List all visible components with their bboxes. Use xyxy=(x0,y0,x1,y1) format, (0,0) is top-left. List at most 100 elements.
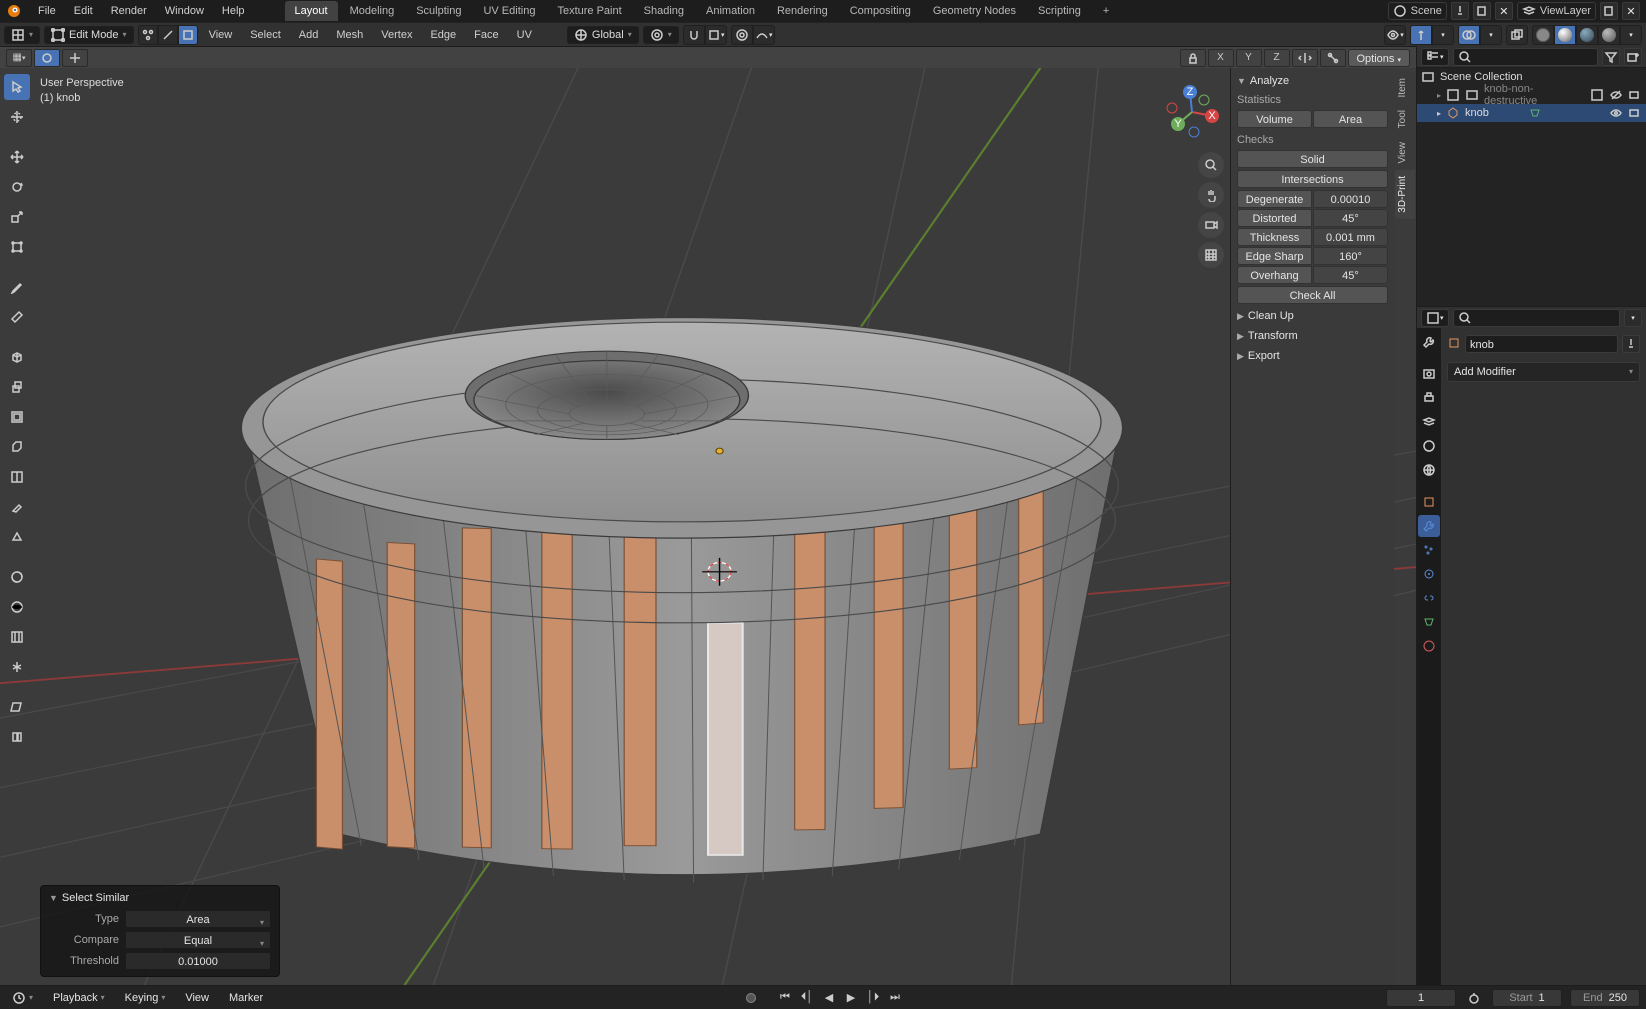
prop-tab-particles[interactable] xyxy=(1418,539,1440,561)
tool-bevel[interactable] xyxy=(4,434,30,460)
outliner-collection-row[interactable]: ▸ knob-non-destructive xyxy=(1417,86,1646,104)
mode-dropdown[interactable]: Edit Mode▾ xyxy=(44,26,134,44)
hide-render-icon[interactable] xyxy=(1628,88,1642,102)
axis-z[interactable]: Z xyxy=(1264,49,1290,67)
prop-tab-tool[interactable] xyxy=(1418,331,1440,353)
timeline-editor-dropdown[interactable]: ▾ xyxy=(6,989,39,1007)
tool-spin[interactable] xyxy=(4,564,30,590)
gizmo-editor-dropdown[interactable]: ▦▾ xyxy=(6,49,32,67)
next-key-button[interactable]: │⏵ xyxy=(863,988,883,1008)
tab-uvediting[interactable]: UV Editing xyxy=(473,1,545,21)
tool-move[interactable] xyxy=(4,144,30,170)
add-modifier-dropdown[interactable]: Add Modifier▾ xyxy=(1447,362,1640,382)
jump-end-button[interactable]: ⏭ xyxy=(885,988,905,1008)
tool-transform[interactable] xyxy=(4,234,30,260)
xray-toggle[interactable] xyxy=(1506,25,1528,45)
face-menu[interactable]: Face xyxy=(467,26,505,44)
n-tab-item[interactable]: Item xyxy=(1395,72,1415,103)
jump-start-button[interactable]: ⏮ xyxy=(775,988,795,1008)
degenerate-value[interactable]: 0.00010 xyxy=(1313,190,1388,208)
edge-menu[interactable]: Edge xyxy=(423,26,463,44)
shading-matprev[interactable] xyxy=(1576,25,1598,45)
prop-tab-output[interactable] xyxy=(1418,387,1440,409)
hide-render-icon[interactable] xyxy=(1628,106,1642,120)
camera-view-button[interactable] xyxy=(1198,212,1224,238)
mesh-menu[interactable]: Mesh xyxy=(329,26,370,44)
pin-scene-button[interactable] xyxy=(1451,2,1469,20)
prop-tab-world[interactable] xyxy=(1418,459,1440,481)
play-button[interactable]: ▶ xyxy=(841,988,861,1008)
shading-wireframe[interactable] xyxy=(1532,25,1554,45)
tab-sculpting[interactable]: Sculpting xyxy=(406,1,471,21)
op-type-dropdown[interactable]: Area▾ xyxy=(125,910,271,928)
tab-compositing[interactable]: Compositing xyxy=(840,1,921,21)
prop-tab-material[interactable] xyxy=(1418,635,1440,657)
scene-selector[interactable]: Scene xyxy=(1388,2,1447,20)
viewlayer-selector[interactable]: ViewLayer xyxy=(1517,2,1596,20)
tool-annotate[interactable] xyxy=(4,274,30,300)
gizmo-cursor-icon[interactable] xyxy=(34,49,60,67)
options-dropdown[interactable]: Options ▾ xyxy=(1348,49,1411,67)
prop-tab-modifiers[interactable] xyxy=(1418,515,1440,537)
tab-add[interactable]: + xyxy=(1093,1,1119,21)
vertex-menu[interactable]: Vertex xyxy=(374,26,419,44)
viewport-3d[interactable]: User Perspective (1) knob xyxy=(0,68,1416,985)
tool-inset[interactable] xyxy=(4,404,30,430)
prop-tab-viewlayer[interactable] xyxy=(1418,411,1440,433)
checkbox-icon[interactable] xyxy=(1446,88,1460,102)
tool-poly-build[interactable] xyxy=(4,524,30,550)
snap-dropdown[interactable]: ▾ xyxy=(705,25,727,45)
overhang-value[interactable]: 45° xyxy=(1313,266,1388,284)
tab-geometrynodes[interactable]: Geometry Nodes xyxy=(923,1,1026,21)
tool-measure[interactable] xyxy=(4,304,30,330)
tool-rip[interactable] xyxy=(4,724,30,750)
menu-render[interactable]: Render xyxy=(103,2,155,20)
snap-toggle[interactable] xyxy=(683,25,705,45)
persp-ortho-button[interactable] xyxy=(1198,242,1224,268)
new-layer-button[interactable] xyxy=(1600,2,1618,20)
menu-edit[interactable]: Edit xyxy=(66,2,101,20)
menu-file[interactable]: File xyxy=(30,2,64,20)
gizmo-dropdown[interactable]: ▾ xyxy=(1432,25,1454,45)
tool-knife[interactable] xyxy=(4,494,30,520)
object-name-field[interactable]: knob xyxy=(1465,335,1618,353)
overhang-button[interactable]: Overhang xyxy=(1237,266,1312,284)
solid-button[interactable]: Solid xyxy=(1237,150,1388,168)
delete-scene-button[interactable]: ✕ xyxy=(1495,2,1513,20)
prop-tab-scene[interactable] xyxy=(1418,435,1440,457)
exclude-icon[interactable] xyxy=(1590,88,1604,102)
autokey-toggle[interactable] xyxy=(741,988,761,1008)
tab-rendering[interactable]: Rendering xyxy=(767,1,838,21)
uv-menu[interactable]: UV xyxy=(510,26,539,44)
tab-texturepaint[interactable]: Texture Paint xyxy=(547,1,631,21)
prop-tab-object[interactable] xyxy=(1418,491,1440,513)
menu-window[interactable]: Window xyxy=(157,2,212,20)
mirror-toggle[interactable] xyxy=(1292,49,1318,67)
tab-animation[interactable]: Animation xyxy=(696,1,765,21)
keying-menu[interactable]: Keying▾ xyxy=(119,989,172,1007)
op-compare-dropdown[interactable]: Equal▾ xyxy=(125,931,271,949)
gizmo-move-icon[interactable] xyxy=(62,49,88,67)
distorted-button[interactable]: Distorted xyxy=(1237,209,1312,227)
pin-properties-button[interactable] xyxy=(1622,335,1640,353)
tool-shear[interactable] xyxy=(4,694,30,720)
tool-extrude[interactable] xyxy=(4,374,30,400)
menu-help[interactable]: Help xyxy=(214,2,253,20)
check-all-button[interactable]: Check All xyxy=(1237,286,1388,304)
hide-viewport-icon[interactable] xyxy=(1609,88,1623,102)
new-collection-button[interactable] xyxy=(1624,48,1642,66)
tool-select[interactable] xyxy=(4,74,30,100)
grid-lock-xyz[interactable] xyxy=(1180,49,1206,67)
prop-edit-dropdown[interactable]: ▾ xyxy=(753,25,775,45)
nav-gizmo[interactable]: X Y Z xyxy=(1160,80,1224,144)
current-frame-field[interactable]: 1 xyxy=(1386,989,1456,1007)
transform-orientation-dropdown[interactable]: Global▾ xyxy=(567,26,639,44)
pivot-dropdown[interactable]: ▾ xyxy=(643,26,679,44)
operator-header[interactable]: ▼Select Similar xyxy=(49,892,271,904)
axis-x[interactable]: X xyxy=(1208,49,1234,67)
distorted-value[interactable]: 45° xyxy=(1313,209,1388,227)
properties-editor-dropdown[interactable]: ▾ xyxy=(1421,309,1449,327)
prop-edit-toggle[interactable] xyxy=(731,25,753,45)
thickness-value[interactable]: 0.001 mm xyxy=(1313,228,1388,246)
analyze-header[interactable]: ▼Analyze xyxy=(1237,72,1388,90)
